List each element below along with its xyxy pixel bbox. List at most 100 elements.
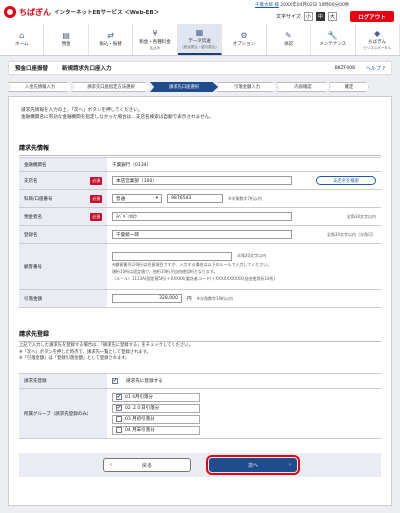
customer-no-row: 顧客番号 半角20文字以内 ※顧客番号(20桁)は任意項目ですが、入力する場合は… xyxy=(19,244,381,290)
required-badge: 必須 xyxy=(90,176,102,185)
nav-label: オプション xyxy=(232,42,256,48)
register-notes: 上記で入力した請求先を登録する場合は、「請求先に登録する」をチェックしてください… xyxy=(19,343,193,363)
chibagin-icon: ◆ xyxy=(374,28,381,38)
group-option-3[interactable]: 03 月初引落分 xyxy=(112,414,200,424)
required-badge: 必須 xyxy=(90,212,102,221)
home-icon: ⌂ xyxy=(19,31,25,40)
group-checkbox[interactable] xyxy=(116,427,122,433)
group-option-label: 03 月初引落分 xyxy=(125,417,155,422)
group-label: 所属グループ（請求先登録のみ） xyxy=(19,389,107,438)
register-label: 請求先登録 xyxy=(19,374,107,388)
login-time: 20XX年04月02日 10時00分00秒 xyxy=(280,3,350,8)
font-size-small[interactable]: 小 xyxy=(303,12,313,21)
approve-icon: ✎ xyxy=(284,31,292,40)
label-text: 科目/口座番号 xyxy=(24,196,53,202)
register-section-title: 請求先登録 xyxy=(19,329,381,342)
branch-input[interactable]: 本店営業部（100） xyxy=(112,176,292,185)
nav-tax[interactable]: ¥ 税金・各種料金 払込み xyxy=(133,24,178,55)
amount-row: 引落金額 328,000 円 ※半角数字10桁以内 xyxy=(19,290,381,308)
group-option-label: 04 月末引落分 xyxy=(125,428,155,433)
register-checkbox[interactable]: ✔ xyxy=(112,378,118,384)
instruction-line: 金融機関名に有効な金融機関を指定しなかった場合は、支店名検索は自動で表示されませ… xyxy=(21,115,214,121)
reg-name-row: 登録名 千葉統一郎 全角30文字以内（半角可） xyxy=(19,226,381,244)
nav-label: 承認 xyxy=(283,42,293,48)
customer-no-rule: （ルール）1113A(固定値5桁)＋XXXXX(委託者コード)＋XXXXXXXX… xyxy=(112,275,276,281)
label-text: 請求先登録 xyxy=(24,379,47,384)
nav-sublabel: ビジネスポータル xyxy=(363,45,392,50)
nav-transfer[interactable]: ⇄ 振込・振替 xyxy=(89,24,134,55)
deposit-icon: ▤ xyxy=(62,31,70,40)
group-option-label: 02 ２０日引落分 xyxy=(125,406,160,411)
label-text: 引落金額 xyxy=(24,296,42,302)
step-5: 内容確認 xyxy=(276,82,330,92)
nav-label: 預金 xyxy=(61,42,71,48)
nav-option[interactable]: ⚙ オプション xyxy=(222,24,267,55)
amount-unit: 円 xyxy=(187,296,192,302)
font-size-medium[interactable]: 中 xyxy=(315,12,325,21)
global-nav: ⌂ ホーム ▤ 預金 ⇄ 振込・振替 ¥ 税金・各種料金 払込み ▦ データ伝送 (総合振込・… xyxy=(0,24,400,56)
step-6: 確定 xyxy=(329,82,369,92)
account-type-select[interactable]: 普通 ▾ xyxy=(112,194,162,203)
customer-no-limit: 半角20文字以内 xyxy=(237,253,267,258)
label-text: 預金者名 xyxy=(24,214,42,220)
bank-label: 金融機関名 xyxy=(19,158,107,171)
back-button[interactable]: ‹ 戻る xyxy=(103,458,191,472)
billing-form: 金融機関名 千葉銀行（0134） 支店名 必須 本店営業部（100） 支店名を検索 … xyxy=(19,157,381,308)
step-2: 請求先口座指定方法選択 xyxy=(71,82,151,92)
tax-icon: ¥ xyxy=(152,28,158,38)
help-link[interactable]: ヘルプ ? xyxy=(366,65,385,72)
label-text: 顧客番号 xyxy=(24,264,42,270)
option-icon: ⚙ xyxy=(240,31,248,40)
nav-data[interactable]: ▦ データ伝送 (総合振込・給与振込) xyxy=(177,24,223,55)
group-option-4[interactable]: 04 月末引落分 xyxy=(112,425,200,435)
register-row: 請求先登録 ✔ 請求先に登録する xyxy=(19,374,381,389)
next-button[interactable]: 次へ › xyxy=(206,455,300,475)
reg-name-input[interactable]: 千葉統一郎 xyxy=(112,230,292,239)
font-size-label: 文字サイズ xyxy=(276,14,301,20)
billing-section-title: 請求先情報 xyxy=(19,143,381,156)
chevron-down-icon: ▾ xyxy=(155,196,158,201)
bank-value: 千葉銀行（0134） xyxy=(112,162,152,168)
service-name: インターネットEBサービス ＜Web-EB＞ xyxy=(54,10,160,16)
label-text: 金融機関名 xyxy=(24,162,47,168)
holder-input[interactable]: ﾁﾊﾞｷﾞﾝﾀﾛｳ xyxy=(112,212,292,221)
nav-label: メンテナンス xyxy=(319,42,347,48)
logout-button[interactable]: ログアウト xyxy=(350,11,394,22)
screen-id: BKZF008 xyxy=(334,65,355,71)
bank-row: 金融機関名 千葉銀行（0134） xyxy=(19,158,381,172)
group-checkbox[interactable]: ✔ xyxy=(116,394,122,400)
page-title: 預金口座振替 xyxy=(15,66,49,72)
logo-mark-icon xyxy=(4,6,16,18)
nav-portal[interactable]: ◆ ちばぎん ビジネスポータル xyxy=(356,24,400,55)
page-header: 預金口座振替 新規請求先口座入力 BKZF008 ヘルプ ? xyxy=(8,61,392,75)
customer-no-input[interactable] xyxy=(112,251,232,261)
nav-maintenance[interactable]: 🔧 メンテナンス xyxy=(311,24,356,55)
register-form: 請求先登録 ✔ 請求先に登録する 所属グループ（請求先登録のみ） ✔ 01 4月引落… xyxy=(19,373,381,439)
user-name[interactable]: 千葉太郎 様 xyxy=(255,3,279,8)
main-panel: 請求先情報を入力の上、「次へ」ボタンを押してください。 金融機関名に有効な金融機… xyxy=(8,96,392,506)
reg-name-note: 全角30文字以内（半角可） xyxy=(326,231,376,237)
font-size-large[interactable]: 大 xyxy=(327,12,337,21)
chevron-right-icon: › xyxy=(289,462,291,468)
group-option-1[interactable]: ✔ 01 4月引落分 xyxy=(112,392,200,402)
user-info: 千葉太郎 様 20XX年04月02日 10時00分00秒 xyxy=(255,2,349,8)
account-type-value: 普通 xyxy=(116,196,126,202)
account-note: ※半角数字7桁以内 xyxy=(228,195,262,201)
register-note: ※「引落金額」は「登録引落金額」として登録されます。 xyxy=(19,356,130,362)
account-number-input[interactable]: 9876543 xyxy=(167,194,223,203)
group-row: 所属グループ（請求先登録のみ） ✔ 01 4月引落分 ✔ 02 ２０日引落分 03 … xyxy=(19,389,381,439)
group-checkbox[interactable]: ✔ xyxy=(116,405,122,411)
group-checkbox[interactable] xyxy=(116,416,122,422)
page-subtitle: 新規請求先口座入力 xyxy=(62,66,112,72)
maint-icon: 🔧 xyxy=(327,31,338,40)
nav-home[interactable]: ⌂ ホーム xyxy=(0,24,45,55)
nav-approve[interactable]: ✎ 承認 xyxy=(267,24,312,55)
register-note: 上記で入力した請求先を登録する場合は、「請求先に登録する」をチェックしてください… xyxy=(19,343,193,348)
amount-input[interactable]: 328,000 xyxy=(112,294,182,303)
branch-search-button[interactable]: 支店名を検索 xyxy=(316,176,376,185)
account-label: 科目/口座番号 必須 xyxy=(19,190,107,207)
nav-label: 振込・振替 xyxy=(99,42,122,48)
nav-deposit[interactable]: ▤ 預金 xyxy=(44,24,89,55)
group-option-2[interactable]: ✔ 02 ２０日引落分 xyxy=(112,403,200,413)
branch-row: 支店名 必須 本店営業部（100） 支店名を検索 xyxy=(19,172,381,190)
